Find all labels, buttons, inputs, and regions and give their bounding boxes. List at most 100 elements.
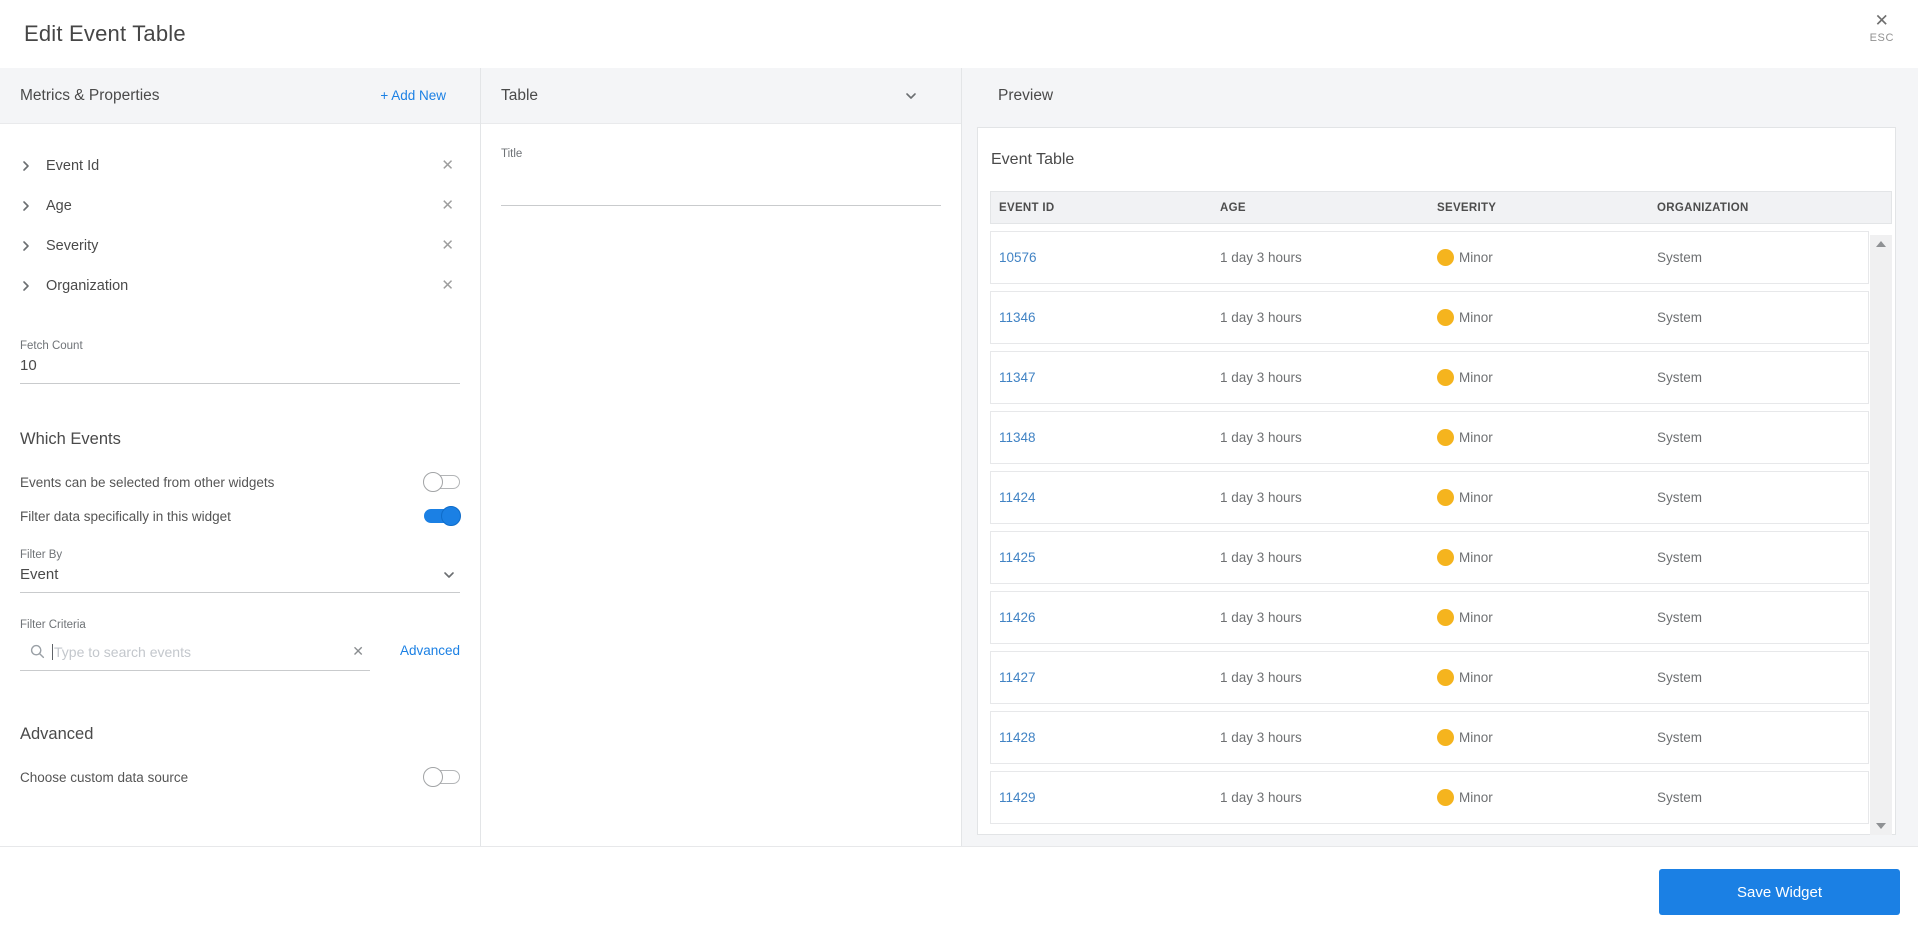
chevron-right-icon[interactable] bbox=[20, 240, 34, 252]
event-id-link[interactable]: 11348 bbox=[999, 430, 1220, 445]
toggle-switch[interactable] bbox=[424, 506, 461, 526]
custom-data-source-toggle[interactable] bbox=[423, 767, 460, 787]
severity-cell: Minor bbox=[1437, 429, 1657, 446]
table-scrollbar[interactable] bbox=[1870, 235, 1892, 835]
organization-cell: System bbox=[1657, 250, 1703, 265]
filter-by-value: Event bbox=[20, 566, 59, 583]
severity-dot-icon bbox=[1437, 609, 1454, 626]
age-cell: 1 day 3 hours bbox=[1220, 670, 1302, 685]
table-row: 11427 1 day 3 hours Minor System bbox=[990, 651, 1869, 704]
scroll-down-icon[interactable] bbox=[1876, 823, 1886, 829]
age-cell: 1 day 3 hours bbox=[1220, 490, 1302, 505]
remove-property-icon[interactable]: ✕ bbox=[441, 278, 454, 294]
filter-criteria-label: Filter Criteria bbox=[20, 619, 86, 631]
remove-property-icon[interactable]: ✕ bbox=[441, 158, 454, 174]
organization-cell: System bbox=[1657, 310, 1703, 325]
severity-cell: Minor bbox=[1437, 789, 1657, 806]
severity-cell: Minor bbox=[1437, 309, 1657, 326]
dialog-footer: Save Widget bbox=[0, 846, 1918, 936]
toggle-knob bbox=[423, 767, 443, 787]
preview-panel: Preview Event Table EVENT ID AGE SEVERIT… bbox=[962, 68, 1918, 846]
age-cell: 1 day 3 hours bbox=[1220, 370, 1302, 385]
remove-property-icon[interactable]: ✕ bbox=[441, 238, 454, 254]
advanced-heading: Advanced bbox=[20, 725, 94, 743]
which-events-toggles: Events can be selected from other widget… bbox=[20, 465, 461, 533]
severity-label: Minor bbox=[1459, 430, 1493, 445]
property-row: Event Id ✕ bbox=[20, 146, 460, 186]
event-id-link[interactable]: 11347 bbox=[999, 370, 1220, 385]
clear-search-icon[interactable]: ✕ bbox=[350, 643, 366, 660]
chevron-right-icon[interactable] bbox=[20, 280, 34, 292]
advanced-filter-link[interactable]: Advanced bbox=[400, 643, 460, 658]
organization-cell: System bbox=[1657, 610, 1703, 625]
event-id-link[interactable]: 11427 bbox=[999, 670, 1220, 685]
toggle-switch[interactable] bbox=[423, 472, 460, 492]
column-header: EVENT ID bbox=[999, 201, 1055, 214]
save-widget-button[interactable]: Save Widget bbox=[1659, 869, 1900, 915]
remove-property-icon[interactable]: ✕ bbox=[441, 198, 454, 214]
event-id-link[interactable]: 11425 bbox=[999, 550, 1220, 565]
collapse-chevron-icon[interactable] bbox=[903, 88, 919, 104]
severity-label: Minor bbox=[1459, 790, 1493, 805]
toggle-row: Events can be selected from other widget… bbox=[20, 465, 460, 499]
widget-title-field: Title bbox=[501, 148, 941, 206]
toggle-knob bbox=[441, 506, 461, 526]
chevron-right-icon[interactable] bbox=[20, 160, 34, 172]
custom-data-source-row: Choose custom data source bbox=[20, 760, 460, 794]
severity-dot-icon bbox=[1437, 429, 1454, 446]
scroll-up-icon[interactable] bbox=[1876, 241, 1886, 247]
severity-cell: Minor bbox=[1437, 609, 1657, 626]
filter-by-select[interactable]: Event bbox=[20, 566, 460, 593]
filter-criteria-field: Filter Criteria Type to search events ✕ … bbox=[20, 619, 460, 671]
close-button[interactable]: ✕ ESC bbox=[1870, 11, 1894, 45]
organization-cell: System bbox=[1657, 430, 1703, 445]
severity-cell: Minor bbox=[1437, 249, 1657, 266]
severity-label: Minor bbox=[1459, 670, 1493, 685]
severity-dot-icon bbox=[1437, 249, 1454, 266]
age-cell: 1 day 3 hours bbox=[1220, 310, 1302, 325]
severity-dot-icon bbox=[1437, 309, 1454, 326]
event-id-link[interactable]: 11424 bbox=[999, 490, 1220, 505]
fetch-count-field: Fetch Count 10 bbox=[20, 340, 460, 384]
filter-search-input[interactable]: Type to search events ✕ bbox=[20, 639, 370, 671]
preview-title: Preview bbox=[998, 87, 1054, 104]
table-row: 11426 1 day 3 hours Minor System bbox=[990, 591, 1869, 644]
text-cursor bbox=[52, 643, 53, 660]
preview-card-title: Event Table bbox=[991, 150, 1075, 168]
organization-cell: System bbox=[1657, 370, 1703, 385]
organization-cell: System bbox=[1657, 550, 1703, 565]
severity-cell: Minor bbox=[1437, 549, 1657, 566]
filter-by-field: Filter By Event bbox=[20, 549, 460, 593]
table-settings-panel: Table Title bbox=[481, 68, 962, 846]
chevron-right-icon[interactable] bbox=[20, 200, 34, 212]
event-id-link[interactable]: 10576 bbox=[999, 250, 1220, 265]
filter-by-label: Filter By bbox=[20, 549, 63, 561]
event-id-link[interactable]: 11429 bbox=[999, 790, 1220, 805]
event-id-link[interactable]: 11426 bbox=[999, 610, 1220, 625]
event-id-link[interactable]: 11346 bbox=[999, 310, 1220, 325]
table-panel-header: Table bbox=[481, 68, 961, 124]
event-id-link[interactable]: 11428 bbox=[999, 730, 1220, 745]
fetch-count-input[interactable]: 10 bbox=[20, 357, 460, 384]
property-row: Severity ✕ bbox=[20, 226, 460, 266]
column-header: ORGANIZATION bbox=[1657, 201, 1749, 214]
severity-label: Minor bbox=[1459, 550, 1493, 565]
age-cell: 1 day 3 hours bbox=[1220, 250, 1302, 265]
severity-label: Minor bbox=[1459, 250, 1493, 265]
metrics-panel-title: Metrics & Properties bbox=[20, 86, 160, 104]
severity-label: Minor bbox=[1459, 370, 1493, 385]
widget-title-input[interactable] bbox=[501, 186, 941, 206]
custom-data-source-label: Choose custom data source bbox=[20, 769, 189, 785]
metrics-properties-panel: Metrics & Properties + Add New Event Id … bbox=[0, 68, 481, 846]
add-new-link[interactable]: + Add New bbox=[380, 88, 456, 103]
severity-dot-icon bbox=[1437, 669, 1454, 686]
severity-dot-icon bbox=[1437, 789, 1454, 806]
severity-cell: Minor bbox=[1437, 369, 1657, 386]
close-icon: ✕ bbox=[1874, 11, 1889, 30]
preview-header: Preview bbox=[962, 68, 1918, 124]
dialog-header: Edit Event Table ✕ ESC bbox=[0, 0, 1918, 68]
column-header: AGE bbox=[1220, 201, 1246, 214]
chevron-down-icon bbox=[442, 568, 456, 582]
severity-label: Minor bbox=[1459, 310, 1493, 325]
column-header: SEVERITY bbox=[1437, 201, 1497, 214]
